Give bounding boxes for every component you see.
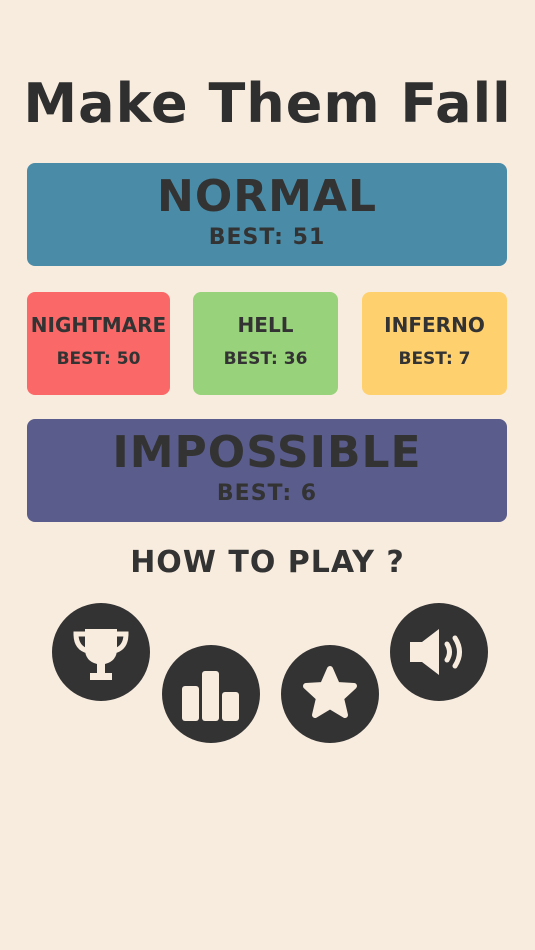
mode-hell-label: HELL bbox=[237, 313, 294, 337]
mode-hell-button[interactable]: HELL BEST: 36 bbox=[193, 292, 338, 395]
how-to-play-link[interactable]: HOW TO PLAY ? bbox=[0, 545, 535, 580]
game-title: Make Them Fall bbox=[23, 72, 512, 135]
mode-normal-label: NORMAL bbox=[157, 171, 377, 222]
mode-nightmare-button[interactable]: NIGHTMARE BEST: 50 bbox=[27, 292, 170, 395]
mode-normal-button[interactable]: NORMAL BEST: 51 bbox=[27, 163, 507, 266]
mode-impossible-label: IMPOSSIBLE bbox=[112, 427, 422, 478]
mode-impossible-button[interactable]: IMPOSSIBLE BEST: 6 bbox=[27, 419, 507, 522]
mode-hell-best: BEST: 36 bbox=[223, 349, 308, 369]
achievements-button[interactable] bbox=[52, 603, 150, 701]
mode-nightmare-best: BEST: 50 bbox=[56, 349, 141, 369]
leaderboard-button[interactable] bbox=[162, 645, 260, 743]
rate-button[interactable] bbox=[281, 645, 379, 743]
mode-inferno-label: INFERNO bbox=[384, 313, 485, 337]
mode-nightmare-label: NIGHTMARE bbox=[30, 313, 167, 337]
star-icon bbox=[303, 666, 357, 718]
mode-inferno-button[interactable]: INFERNO BEST: 7 bbox=[362, 292, 507, 395]
mode-inferno-best: BEST: 7 bbox=[398, 349, 471, 369]
trophy-icon bbox=[73, 629, 129, 680]
mode-normal-best: BEST: 51 bbox=[208, 225, 326, 250]
sound-toggle-button[interactable] bbox=[390, 603, 488, 701]
mode-impossible-best: BEST: 6 bbox=[216, 481, 318, 506]
leaderboard-icon bbox=[182, 671, 239, 721]
speaker-icon bbox=[410, 629, 462, 675]
